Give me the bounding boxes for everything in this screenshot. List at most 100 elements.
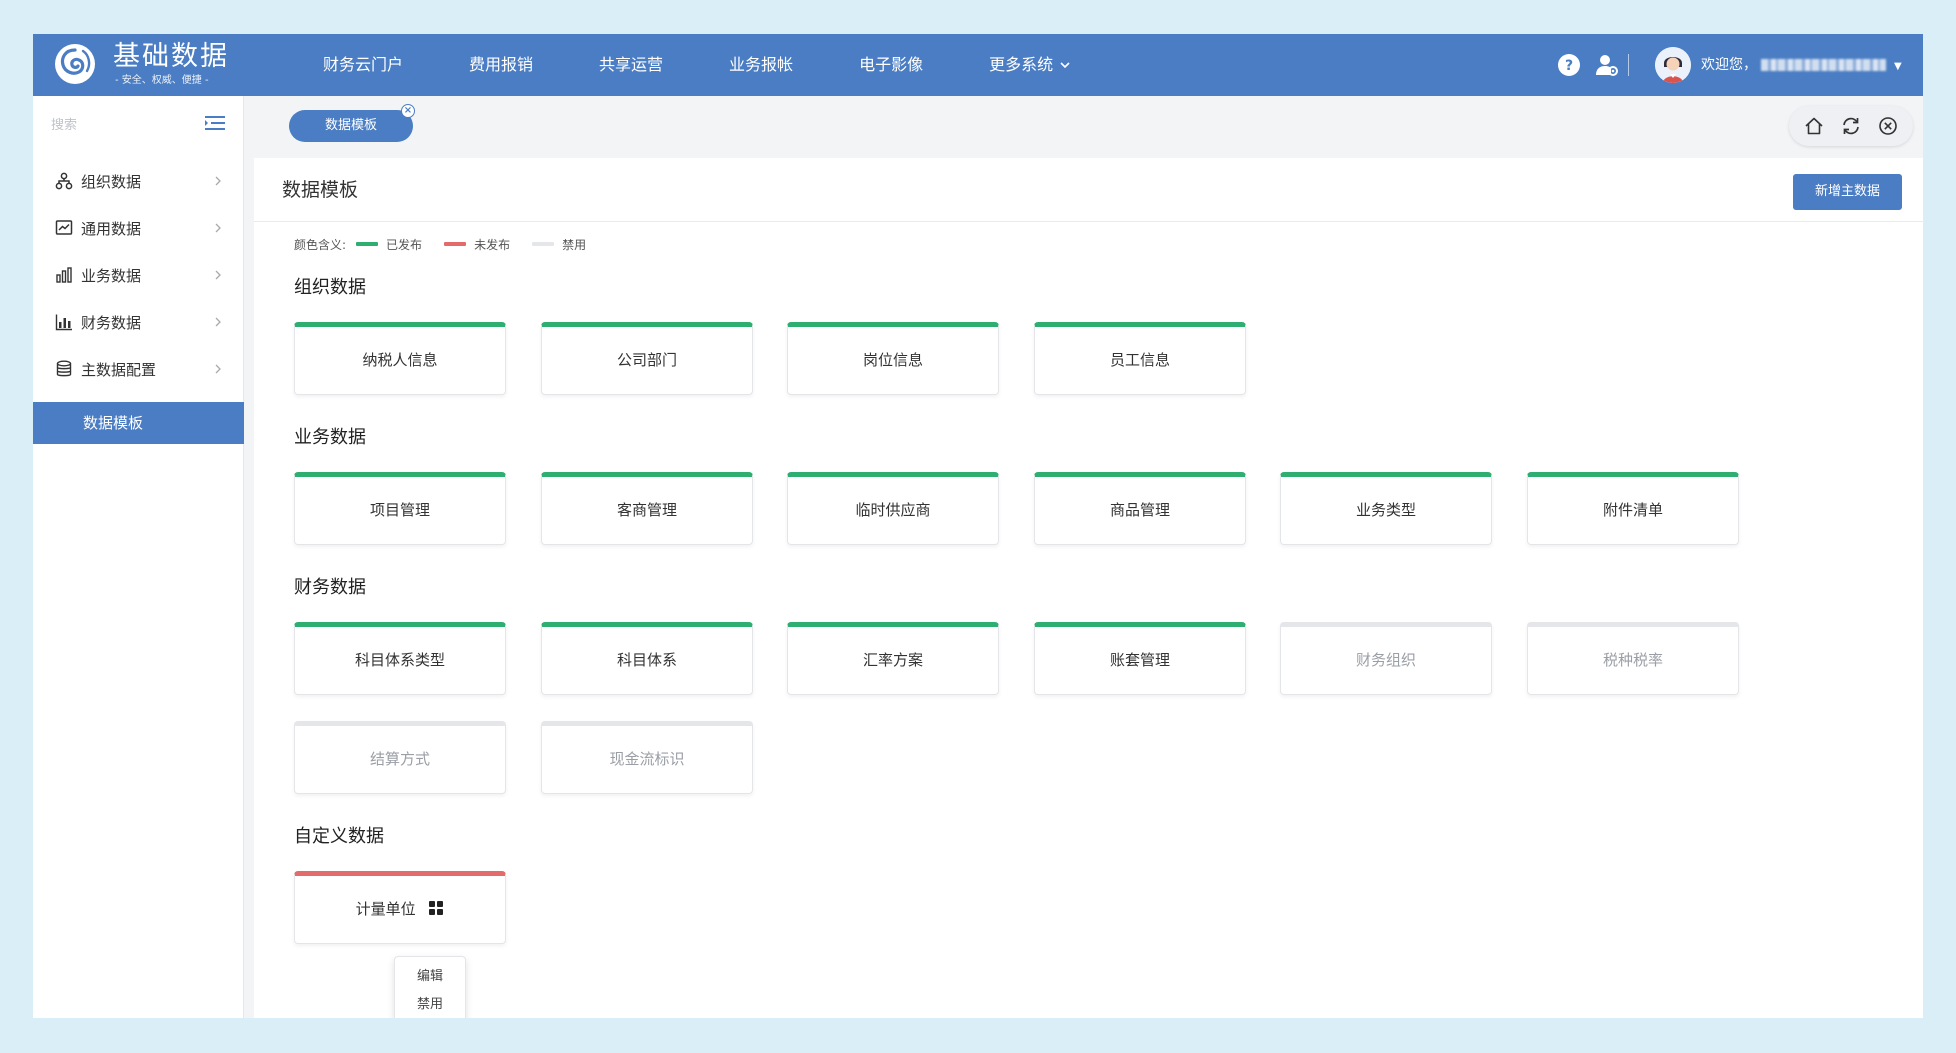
sidebar-item-master-data-config[interactable]: 主数据配置	[33, 346, 244, 392]
nav-item-shared-ops[interactable]: 共享运营	[599, 34, 663, 96]
grid-menu-icon[interactable]	[428, 900, 444, 916]
section-title-org: 组织数据	[294, 277, 366, 298]
top-bar: 基础数据 - 安全、权威、便捷 - 财务云门户 费用报销 共享运营 业务报帐 电…	[33, 34, 1923, 96]
menu-item-edit[interactable]: 编辑	[395, 963, 465, 991]
brand: 基础数据 - 安全、权威、便捷 -	[113, 40, 229, 88]
template-card[interactable]: 附件清单	[1527, 472, 1739, 545]
legend-label-published: 已发布	[386, 237, 423, 252]
chevron-right-icon	[215, 317, 221, 327]
template-card[interactable]: 公司部门	[541, 322, 753, 395]
card-label: 科目体系	[616, 651, 677, 669]
template-card[interactable]: 科目体系类型	[294, 622, 506, 695]
chevron-down-icon	[1060, 62, 1070, 69]
template-card[interactable]: 岗位信息	[787, 322, 999, 395]
menu-item-disable[interactable]: 禁用	[395, 991, 465, 1018]
database-icon	[56, 360, 72, 377]
template-card[interactable]: 临时供应商	[787, 472, 999, 545]
card-context-menu: 编辑 禁用 删除	[394, 956, 466, 1018]
nav-label: 共享运营	[599, 55, 664, 74]
nav-label: 业务报帐	[729, 55, 794, 74]
legend-swatch-unpublished	[444, 242, 467, 246]
card-label: 税种税率	[1602, 651, 1663, 669]
nav-item-business-claim[interactable]: 业务报帐	[729, 34, 793, 96]
search-input[interactable]	[51, 112, 191, 136]
tab-close-icon[interactable]: ×	[401, 104, 415, 118]
sidebar-item-business-data[interactable]: 业务数据	[33, 252, 244, 298]
card-label: 临时供应商	[855, 501, 931, 519]
template-card[interactable]: 纳税人信息	[294, 322, 506, 395]
card-label: 员工信息	[1109, 351, 1170, 369]
template-card[interactable]: 商品管理	[1034, 472, 1246, 545]
nav-item-expense[interactable]: 费用报销	[469, 34, 533, 96]
nav-label: 财务云门户	[323, 55, 404, 74]
template-card[interactable]: 业务类型	[1280, 472, 1492, 545]
refresh-icon[interactable]	[1840, 115, 1862, 137]
card-label: 岗位信息	[862, 351, 923, 369]
card-label: 附件清单	[1602, 501, 1663, 519]
legend-prefix: 颜色含义:	[294, 237, 347, 252]
legend-swatch-disabled	[532, 242, 555, 246]
help-icon[interactable]: ?	[1555, 51, 1583, 79]
sidebar-item-finance-data[interactable]: 财务数据	[33, 299, 244, 345]
legend-label-disabled: 禁用	[562, 237, 587, 252]
avatar[interactable]	[1655, 47, 1691, 83]
close-circle-icon[interactable]	[1877, 115, 1899, 137]
card-label: 纳税人信息	[362, 351, 438, 369]
sidebar-item-data-template[interactable]: 数据模板	[33, 402, 244, 444]
menu-collapse-icon[interactable]	[205, 114, 225, 132]
page-title: 数据模板	[282, 179, 359, 201]
template-card[interactable]: 汇率方案	[787, 622, 999, 695]
nav-item-finance-portal[interactable]: 财务云门户	[323, 34, 403, 96]
main-content: 数据模板 新增主数据 颜色含义: 已发布 未发布 禁用 组织数据 纳税人信息 公…	[254, 158, 1923, 1018]
template-card[interactable]: 财务组织	[1280, 622, 1492, 695]
template-card[interactable]: 现金流标识	[541, 721, 753, 794]
home-icon[interactable]	[1803, 115, 1825, 137]
sidebar-item-org-data[interactable]: 组织数据	[33, 158, 244, 204]
template-card[interactable]: 员工信息	[1034, 322, 1246, 395]
nav-item-e-image[interactable]: 电子影像	[859, 34, 923, 96]
brand-slogan: - 安全、权威、便捷 -	[115, 75, 209, 86]
sidebar-item-label: 主数据配置	[81, 360, 157, 379]
card-label: 公司部门	[616, 351, 677, 369]
template-card[interactable]: 科目体系	[541, 622, 753, 695]
template-card[interactable]: 账套管理	[1034, 622, 1246, 695]
chevron-right-icon	[215, 364, 221, 374]
toolbar-divider	[1628, 54, 1629, 76]
card-label: 账套管理	[1109, 651, 1170, 669]
sidebar-item-common-data[interactable]: 通用数据	[33, 205, 244, 251]
sidebar-item-label: 业务数据	[81, 266, 142, 285]
card-label: 汇率方案	[862, 651, 923, 669]
card-label-wrap: 计量单位	[295, 876, 505, 942]
tab-data-template[interactable]: 数据模板	[289, 110, 413, 142]
top-nav: 财务云门户 费用报销 共享运营 业务报帐 电子影像 更多系统	[323, 34, 1071, 96]
user-avatar-icon	[1655, 47, 1691, 83]
card-label: 结算方式	[369, 750, 430, 768]
app-window: 基础数据 - 安全、权威、便捷 - 财务云门户 费用报销 共享运营 业务报帐 电…	[33, 34, 1923, 1018]
blurred-username	[1761, 59, 1886, 71]
column-chart-icon	[55, 314, 72, 331]
template-card[interactable]: 客商管理	[541, 472, 753, 545]
template-card[interactable]: 计量单位	[294, 871, 506, 944]
card-label: 科目体系类型	[354, 651, 445, 669]
brand-logo-icon	[55, 44, 95, 84]
chevron-right-icon	[215, 223, 221, 233]
sidebar-item-label: 组织数据	[81, 172, 142, 191]
card-label: 项目管理	[369, 501, 430, 519]
sidebar: 组织数据 通用数据 业务数据	[33, 96, 244, 1018]
card-label: 商品管理	[1109, 501, 1170, 519]
welcome-label: 欢迎您，	[1701, 57, 1757, 73]
tab-actions	[1789, 106, 1913, 146]
user-settings-icon[interactable]	[1593, 51, 1621, 79]
tab-label: 数据模板	[324, 118, 377, 133]
section-title-custom: 自定义数据	[294, 826, 384, 847]
nav-item-more-systems[interactable]: 更多系统	[989, 34, 1071, 96]
template-card[interactable]: 税种税率	[1527, 622, 1739, 695]
card-label: 客商管理	[616, 501, 677, 519]
template-card[interactable]: 结算方式	[294, 721, 506, 794]
legend-label-unpublished: 未发布	[474, 237, 511, 252]
template-card[interactable]: 项目管理	[294, 472, 506, 545]
welcome-text[interactable]: 欢迎您， ▼	[1701, 34, 1902, 98]
color-legend: 颜色含义: 已发布 未发布 禁用	[294, 234, 586, 254]
add-master-data-button[interactable]: 新增主数据	[1793, 174, 1902, 210]
svg-text:?: ?	[1565, 58, 1573, 74]
